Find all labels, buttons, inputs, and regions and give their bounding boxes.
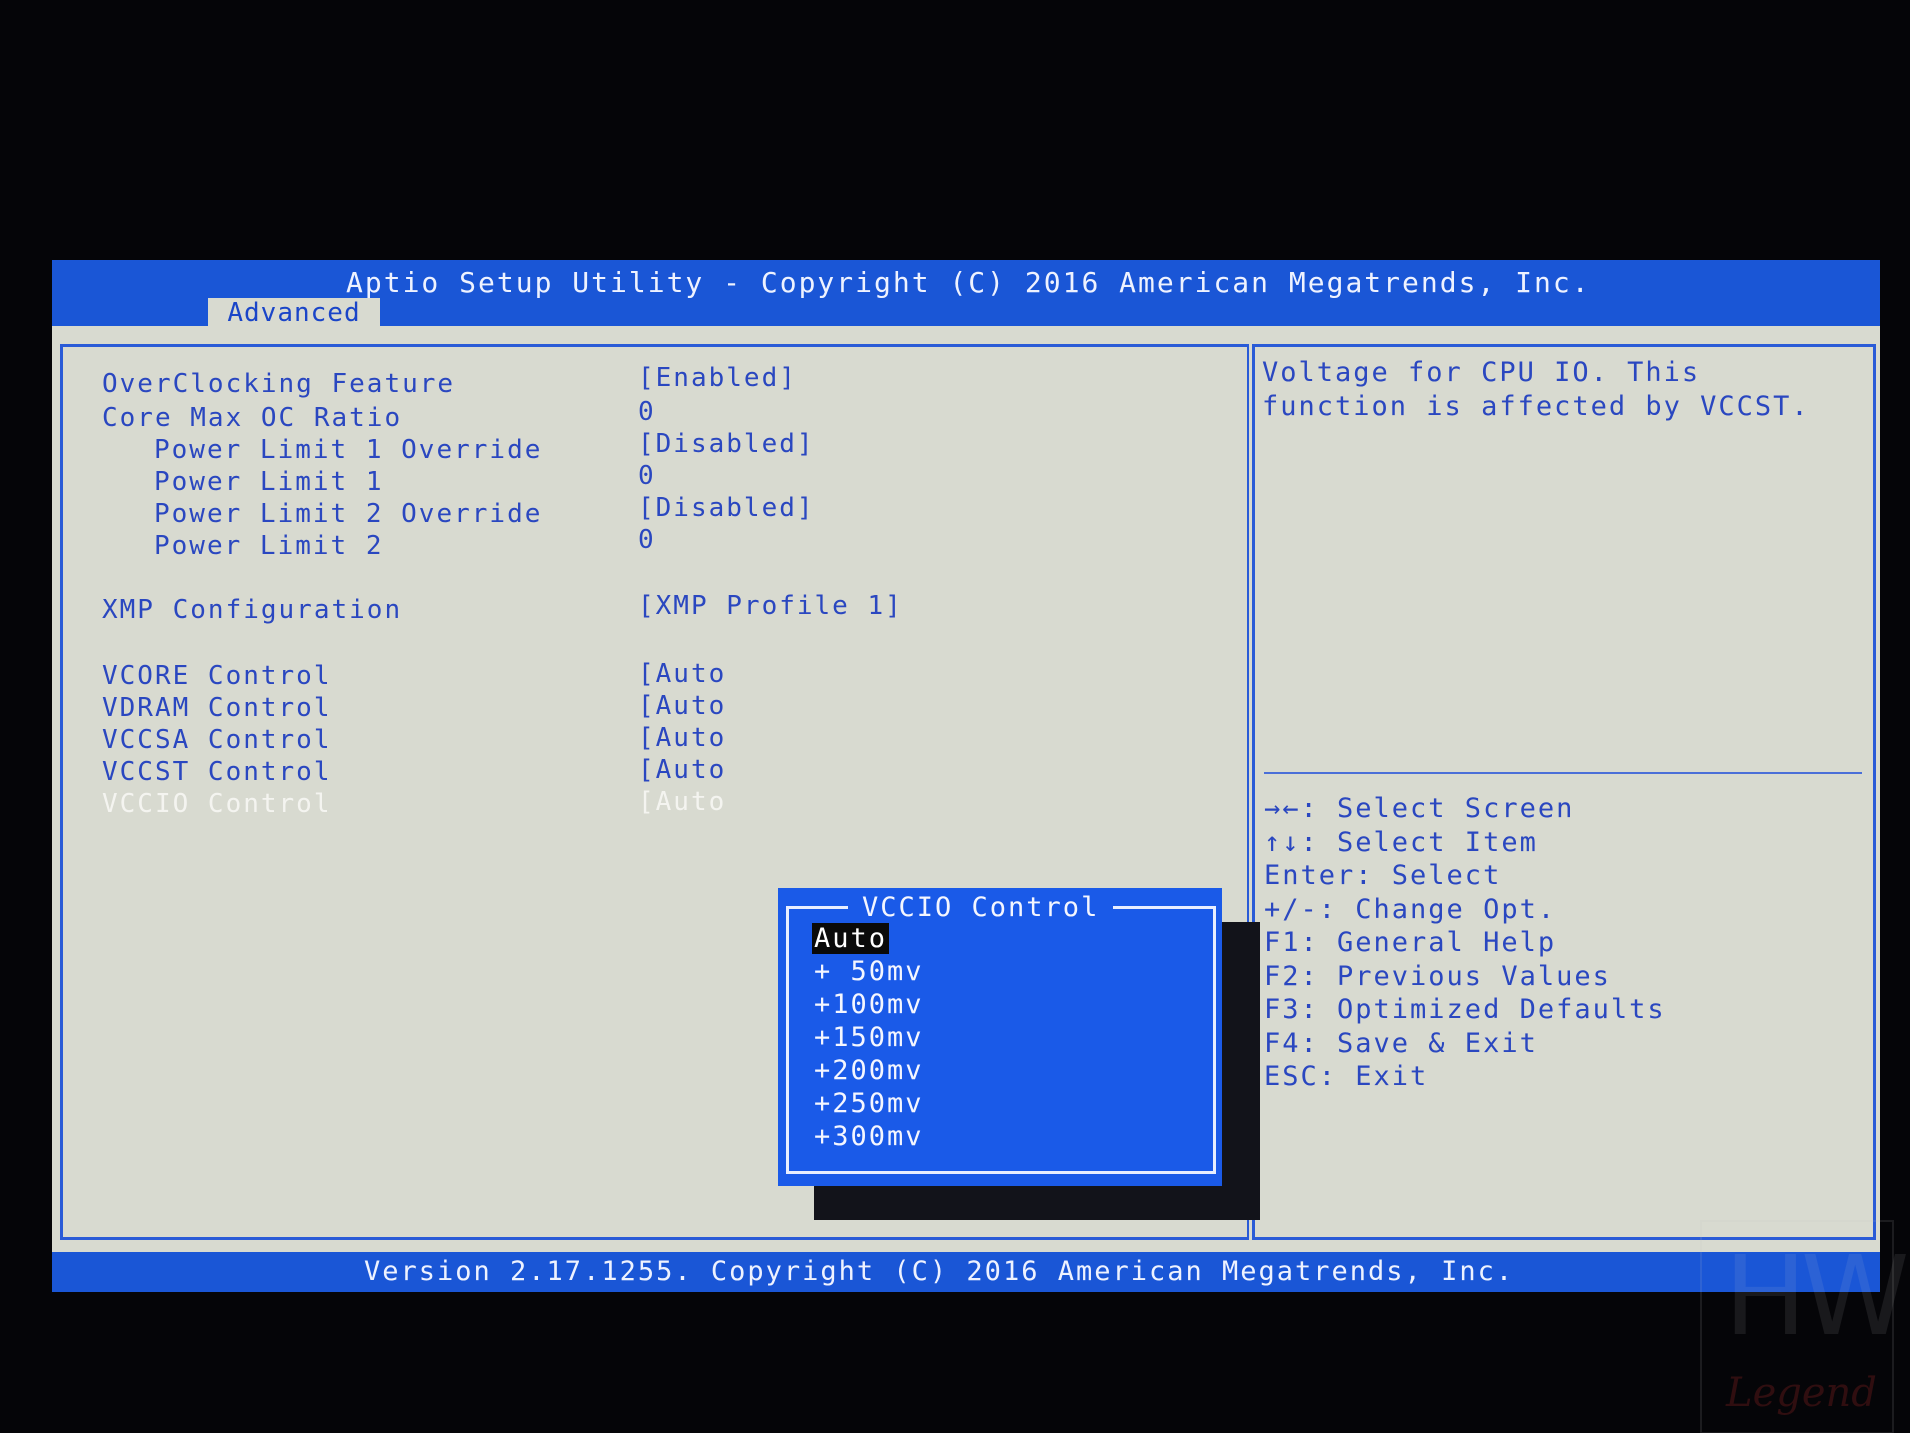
- setting-vcore-control-value[interactable]: [Auto: [638, 658, 726, 690]
- setting-core-max-oc-ratio-label[interactable]: Core Max OC Ratio: [102, 402, 402, 434]
- version-text: Version 2.17.1255. Copyright (C) 2016 Am…: [364, 1256, 1515, 1287]
- vccio-option-popup: VCCIO Control Auto + 50mv +100mv +150mv …: [778, 888, 1222, 1186]
- option-label: +100mv: [814, 989, 924, 1020]
- option-plus-100mv[interactable]: +100mv: [812, 988, 926, 1021]
- popup-option-list: Auto + 50mv +100mv +150mv +200mv +250mv …: [812, 922, 926, 1153]
- setting-vccio-control-value[interactable]: [Auto: [638, 786, 726, 818]
- option-plus-50mv[interactable]: + 50mv: [812, 955, 926, 988]
- setting-power-limit-2-value[interactable]: 0: [638, 524, 656, 556]
- option-plus-300mv[interactable]: +300mv: [812, 1120, 926, 1153]
- setting-vdram-control-value[interactable]: [Auto: [638, 690, 726, 722]
- option-label: +300mv: [814, 1121, 924, 1152]
- setting-overclocking-feature-value[interactable]: [Enabled]: [638, 362, 797, 394]
- setting-vccst-control-value[interactable]: [Auto: [638, 754, 726, 786]
- help-line-2: function is affected by VCCST.: [1262, 391, 1810, 422]
- help-divider: [1264, 772, 1862, 774]
- option-label: + 50mv: [814, 956, 924, 987]
- popup-title: VCCIO Control: [848, 890, 1114, 926]
- setting-power-limit-1-label[interactable]: Power Limit 1: [154, 466, 384, 498]
- option-auto[interactable]: Auto: [812, 922, 926, 955]
- watermark-mark: HW: [1724, 1232, 1910, 1360]
- key-select-screen: →←: Select Screen: [1264, 793, 1575, 824]
- setting-core-max-oc-ratio-value[interactable]: 0: [638, 396, 656, 428]
- key-optimized-defaults: F3: Optimized Defaults: [1264, 994, 1666, 1025]
- setting-xmp-configuration-value[interactable]: [XMP Profile 1]: [638, 590, 903, 622]
- bios-screen: Aptio Setup Utility - Copyright (C) 2016…: [52, 260, 1880, 1292]
- key-esc-exit: ESC: Exit: [1264, 1061, 1429, 1092]
- setting-vcore-control-label[interactable]: VCORE Control: [102, 660, 332, 692]
- option-plus-200mv[interactable]: +200mv: [812, 1054, 926, 1087]
- option-label: +200mv: [814, 1055, 924, 1086]
- setting-power-limit-2-override-label[interactable]: Power Limit 2 Override: [154, 498, 542, 530]
- key-previous-values: F2: Previous Values: [1264, 960, 1611, 992]
- setting-power-limit-1-override-label[interactable]: Power Limit 1 Override: [154, 434, 542, 466]
- option-label: Auto: [812, 923, 890, 954]
- watermark-word: Legend: [1726, 1370, 1877, 1416]
- setting-vccsa-control-label[interactable]: VCCSA Control: [102, 724, 332, 756]
- setting-vccio-control-label[interactable]: VCCIO Control: [102, 788, 332, 820]
- key-change-opt: +/-: Change Opt.: [1264, 893, 1557, 925]
- option-label: +150mv: [814, 1022, 924, 1053]
- key-legend: →←: Select Screen ↑↓: Select Item Enter:…: [1264, 792, 1666, 1094]
- key-enter-select: Enter: Select: [1264, 860, 1502, 891]
- key-general-help: F1: General Help: [1264, 927, 1557, 958]
- option-plus-150mv[interactable]: +150mv: [812, 1021, 926, 1054]
- footer-bar: Version 2.17.1255. Copyright (C) 2016 Am…: [52, 1252, 1880, 1292]
- setting-xmp-configuration-label[interactable]: XMP Configuration: [102, 594, 402, 626]
- help-line-1: Voltage for CPU IO. This: [1262, 357, 1701, 388]
- watermark-logo: HW Legend: [1700, 1220, 1910, 1433]
- option-label: +250mv: [814, 1088, 924, 1119]
- title-bar: Aptio Setup Utility - Copyright (C) 2016…: [52, 260, 1880, 328]
- key-select-item: ↑↓: Select Item: [1264, 826, 1538, 858]
- title-text: Aptio Setup Utility - Copyright (C) 2016…: [346, 266, 1591, 299]
- help-description: Voltage for CPU IO. This function is aff…: [1262, 356, 1862, 424]
- setting-vdram-control-label[interactable]: VDRAM Control: [102, 692, 332, 724]
- setting-power-limit-1-override-value[interactable]: [Disabled]: [638, 428, 815, 460]
- option-plus-250mv[interactable]: +250mv: [812, 1087, 926, 1120]
- setting-power-limit-2-override-value[interactable]: [Disabled]: [638, 492, 815, 524]
- setting-vccst-control-label[interactable]: VCCST Control: [102, 756, 332, 788]
- setting-vccsa-control-value[interactable]: [Auto: [638, 722, 726, 754]
- setting-overclocking-feature-label[interactable]: OverClocking Feature: [102, 368, 455, 400]
- setting-power-limit-1-value[interactable]: 0: [638, 460, 656, 492]
- tab-advanced[interactable]: Advanced: [208, 298, 380, 328]
- setting-power-limit-2-label[interactable]: Power Limit 2: [154, 530, 384, 562]
- key-save-exit: F4: Save & Exit: [1264, 1027, 1538, 1059]
